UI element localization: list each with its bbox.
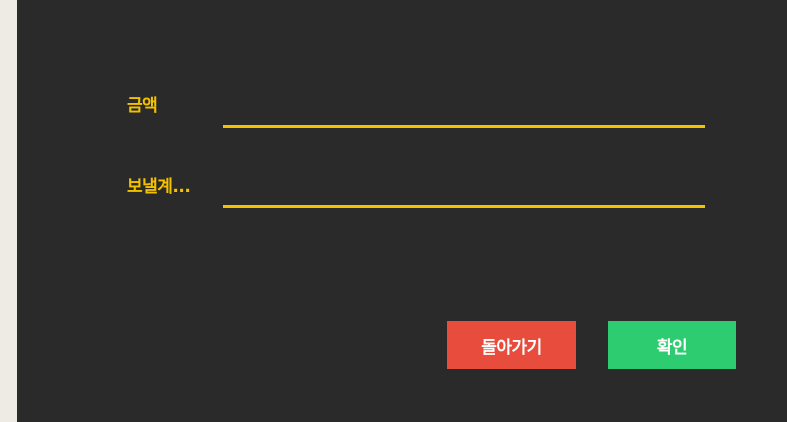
recipient-input[interactable] [223, 180, 705, 208]
amount-label: 금액 [127, 96, 158, 116]
amount-input[interactable] [223, 100, 705, 128]
confirm-button[interactable]: 확인 [608, 321, 736, 369]
recipient-label: 보낼계... [127, 177, 191, 197]
transfer-dialog: 금액 보낼계... 돌아가기 확인 [17, 0, 787, 422]
back-button[interactable]: 돌아가기 [447, 321, 576, 369]
